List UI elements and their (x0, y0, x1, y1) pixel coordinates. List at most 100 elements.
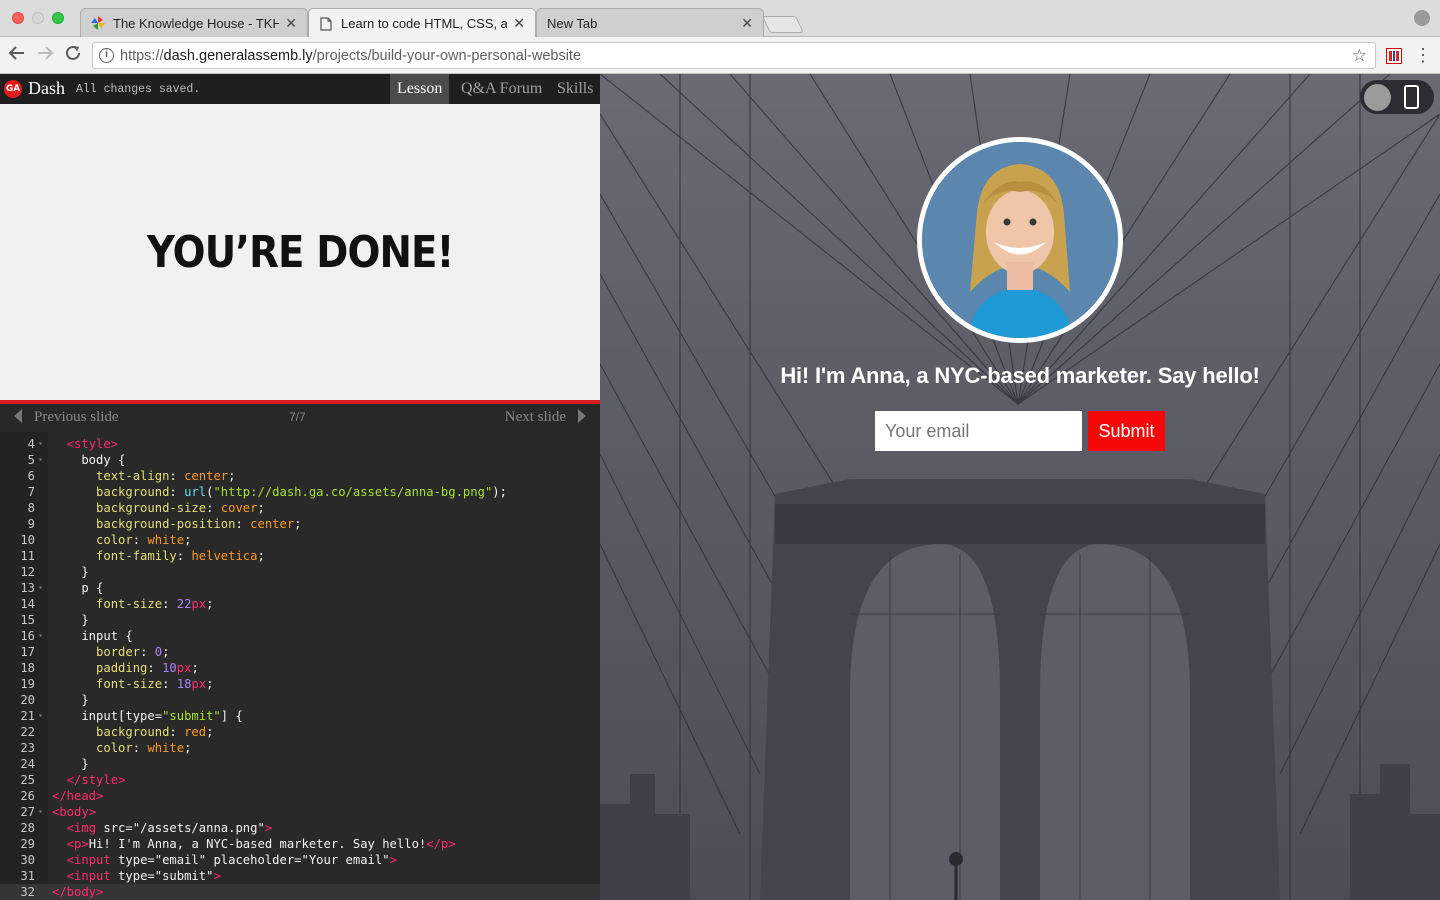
code-line[interactable]: 9 background-position: center; (0, 516, 600, 532)
forward-arrow-icon[interactable] (34, 44, 56, 66)
greeting-text: Hi! I'm Anna, a NYC-based marketer. Say … (780, 363, 1260, 388)
code-line[interactable]: 27 ▾ <body> (0, 804, 600, 820)
save-status: All changes saved. (76, 83, 201, 96)
code-line[interactable]: 16 ▾ input { (0, 628, 600, 644)
code-line[interactable]: 20 } (0, 692, 600, 708)
line-number: 5 (27, 453, 35, 467)
submit-button[interactable]: Submit (1088, 411, 1165, 451)
code-text: <img src="/assets/anna.png"> (66, 821, 273, 835)
fold-arrow-icon[interactable]: ▾ (38, 708, 43, 724)
close-tab-icon[interactable]: ✕ (285, 15, 297, 32)
document-icon (319, 16, 333, 31)
code-text: p { (52, 581, 104, 595)
code-line[interactable]: 28 <img src="/assets/anna.png"> (0, 820, 600, 836)
tab-skills[interactable]: Skills (557, 74, 593, 104)
slide-heading: YOU’RE DONE! (146, 227, 454, 278)
fold-arrow-icon[interactable]: ▾ (38, 628, 43, 644)
previous-slide-button[interactable]: Previous slide (14, 409, 119, 426)
code-line[interactable]: 7 background: url("http://dash.ga.co/ass… (0, 484, 600, 500)
code-text: body { (52, 453, 126, 467)
line-number: 7 (27, 485, 35, 499)
code-line[interactable]: 5 ▾ body { (0, 452, 600, 468)
line-number: 24 (20, 757, 35, 771)
extension-icon[interactable] (1386, 48, 1402, 64)
line-number: 9 (27, 517, 35, 531)
code-line[interactable]: 26 </head> (0, 788, 600, 804)
code-text: border: 0; (96, 645, 170, 659)
line-number: 27 (20, 805, 35, 819)
window-maximize-button[interactable] (52, 12, 64, 24)
code-line[interactable]: 32 </body> (0, 884, 600, 900)
code-line[interactable]: 11 font-family: helvetica; (0, 548, 600, 564)
slide-counter: 7/7 (289, 410, 306, 424)
browser-tab-learn-to-code[interactable]: Learn to code HTML, CSS, and ✕ (308, 8, 536, 38)
line-number: 11 (20, 549, 35, 563)
line-number: 21 (20, 709, 35, 723)
tab-title: New Tab (547, 15, 598, 31)
device-view-toggle[interactable] (1360, 80, 1434, 114)
line-number: 25 (20, 773, 35, 787)
code-line[interactable]: 4 ▾ <style> (0, 436, 600, 452)
url-text: https://dash.generalassemb.ly/projects/b… (120, 47, 582, 64)
code-line[interactable]: 15 } (0, 612, 600, 628)
reload-icon[interactable] (62, 44, 84, 66)
window-minimize-button[interactable] (32, 12, 44, 24)
browser-tab-new-tab[interactable]: New Tab ✕ (536, 8, 764, 37)
code-text: </style> (66, 773, 126, 787)
address-bar[interactable]: i https://dash.generalassemb.ly/projects… (92, 42, 1376, 69)
code-editor[interactable]: 4 ▾ <style> 5 ▾ body {6 text-align: center;… (0, 432, 600, 900)
profile-icon[interactable] (1414, 10, 1430, 26)
code-line[interactable]: 12 } (0, 564, 600, 580)
code-text: background-position: center; (96, 517, 302, 531)
code-line[interactable]: 31 <input type="submit"> (0, 868, 600, 884)
code-text: input[type="submit"] { (52, 709, 243, 723)
code-line[interactable]: 13 ▾ p { (0, 580, 600, 596)
window-close-button[interactable] (12, 12, 24, 24)
slide-navigation: Previous slide 7/7 Next slide (0, 404, 600, 432)
line-number: 29 (20, 837, 35, 851)
code-line[interactable]: 22 background: red; (0, 724, 600, 740)
code-line[interactable]: 19 font-size: 18px; (0, 676, 600, 692)
code-line[interactable]: 8 background-size: cover; (0, 500, 600, 516)
code-text: </body> (52, 885, 104, 899)
code-line[interactable]: 21 ▾ input[type="submit"] { (0, 708, 600, 724)
browser-tab-knowledge-house[interactable]: The Knowledge House - TKH - ✕ (80, 8, 308, 37)
code-line[interactable]: 30 <input type="email" placeholder="Your… (0, 852, 600, 868)
line-number: 20 (20, 693, 35, 707)
email-input[interactable] (875, 411, 1082, 451)
line-number: 32 (20, 885, 35, 899)
close-tab-icon[interactable]: ✕ (741, 15, 753, 32)
code-line[interactable]: 14 font-size: 22px; (0, 596, 600, 612)
profile-photo (922, 142, 1118, 338)
code-line[interactable]: 6 text-align: center; (0, 468, 600, 484)
fold-arrow-icon[interactable]: ▾ (38, 452, 43, 468)
line-number: 19 (20, 677, 35, 691)
tab-qa-forum[interactable]: Q&A Forum (461, 74, 542, 104)
code-line[interactable]: 24 } (0, 756, 600, 772)
code-line[interactable]: 25 </style> (0, 772, 600, 788)
line-number: 23 (20, 741, 35, 755)
code-line[interactable]: 29 <p>Hi! I'm Anna, a NYC-based marketer… (0, 836, 600, 852)
bookmark-star-icon[interactable]: ☆ (1352, 46, 1367, 66)
next-slide-button[interactable]: Next slide (505, 409, 586, 426)
tab-lesson[interactable]: Lesson (390, 74, 450, 104)
code-line[interactable]: 18 padding: 10px; (0, 660, 600, 676)
live-preview: Hi! I'm Anna, a NYC-based marketer. Say … (600, 74, 1440, 900)
fold-arrow-icon[interactable]: ▾ (38, 580, 43, 596)
new-tab-button[interactable] (762, 16, 804, 33)
code-line[interactable]: 23 color: white; (0, 740, 600, 756)
fold-arrow-icon[interactable]: ▾ (38, 804, 43, 820)
lesson-slide: YOU’RE DONE! (0, 104, 600, 401)
mobile-phone-icon (1404, 85, 1419, 109)
code-text: text-align: center; (96, 469, 236, 483)
back-arrow-icon[interactable] (6, 44, 28, 66)
code-line[interactable]: 17 border: 0; (0, 644, 600, 660)
browser-menu-icon[interactable]: ⋮ (1414, 46, 1432, 66)
site-info-icon[interactable]: i (99, 48, 114, 63)
code-line[interactable]: 10 color: white; (0, 532, 600, 548)
code-text: </head> (52, 789, 104, 803)
line-number: 28 (20, 821, 35, 835)
fold-arrow-icon[interactable]: ▾ (38, 436, 43, 452)
close-tab-icon[interactable]: ✕ (513, 15, 525, 32)
line-number: 8 (27, 501, 35, 515)
